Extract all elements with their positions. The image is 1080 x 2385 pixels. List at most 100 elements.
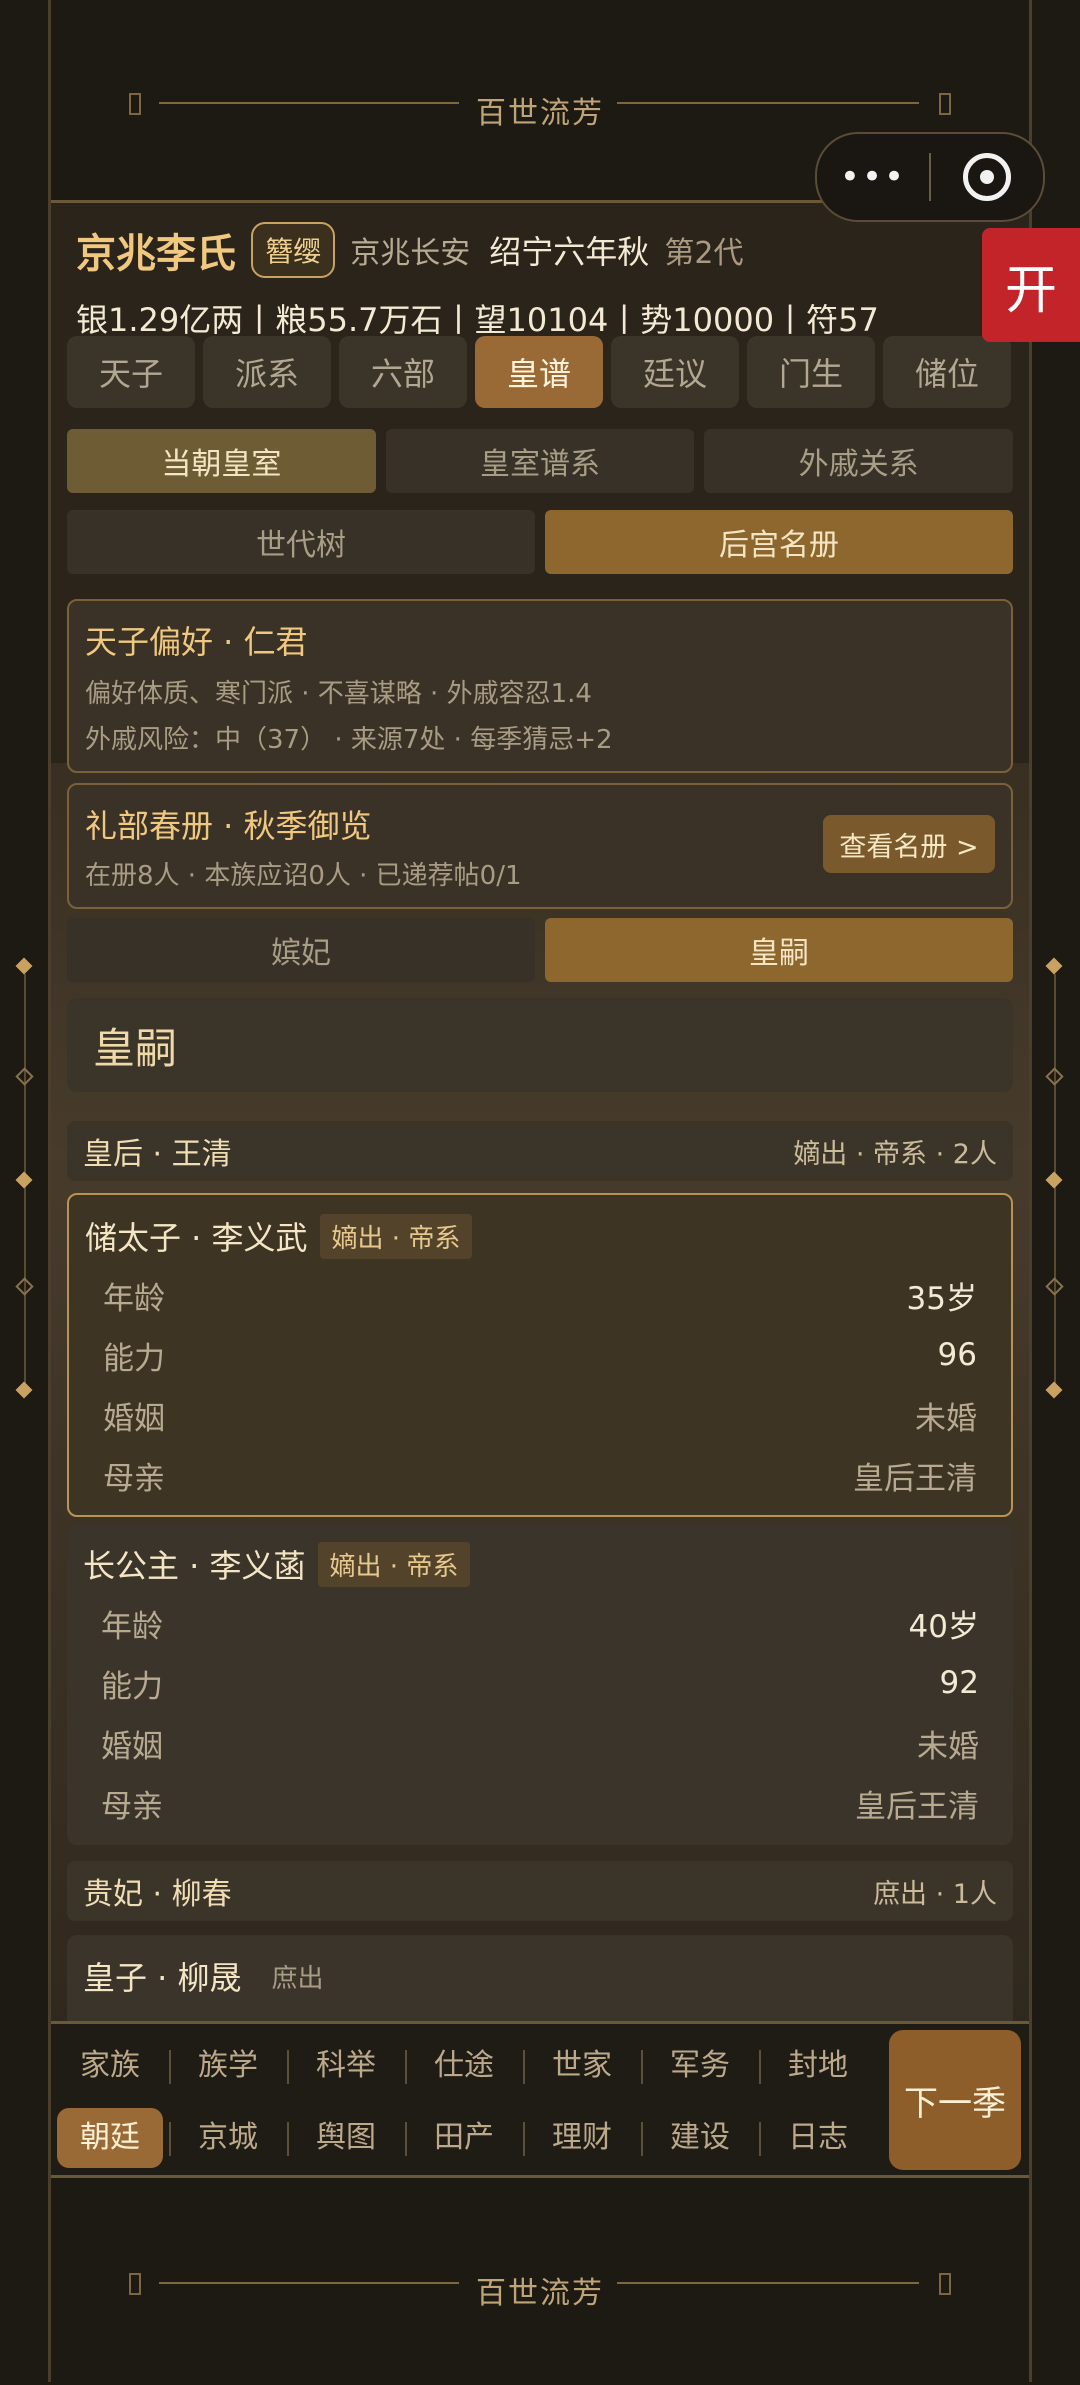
- register-info: 在册8人 · 本族应诏0人 · 已递荐帖0/1: [85, 861, 522, 891]
- main-panel: 京兆李氏 簪缨 京兆长安 绍宁六年秋 第2代 银1.29亿两丨粮55.7万石丨望…: [51, 203, 1029, 2021]
- row-label-age: 年龄: [103, 1280, 165, 1317]
- bottom-navigation: 家族 族学 科举 仕途 世家 军务 封地 朝廷 京城 舆图 田产 理财 建设 日…: [51, 2021, 1029, 2178]
- register-title: 礼部春册 · 秋季御览: [85, 807, 372, 845]
- nav-shijia[interactable]: 世家: [523, 2036, 641, 2096]
- heir-card-prince[interactable]: 皇子 · 柳晟 庶出 年龄 9岁: [67, 1935, 1013, 2021]
- resource-bar: 银1.29亿两丨粮55.7万石丨望10104丨势10000丨符57: [76, 301, 879, 339]
- generation-label: 第2代: [664, 236, 744, 271]
- preference-line1: 偏好体质、寒门派 · 不喜谋略 · 外戚容忍1.4: [85, 679, 592, 709]
- tab-consort-relations[interactable]: 外戚关系: [704, 429, 1014, 493]
- nav-keju[interactable]: 科举: [287, 2036, 405, 2096]
- left-side-ornament: [15, 957, 34, 1410]
- close-target-icon[interactable]: [931, 153, 1043, 201]
- row-value-marriage: 未婚: [917, 1728, 979, 1765]
- tab-tianzi[interactable]: 天子: [67, 336, 195, 408]
- main-tabs: 天子 派系 六部 皇谱 廷议 门生 储位: [67, 336, 1013, 408]
- tab-consorts[interactable]: 嫔妃: [67, 918, 535, 982]
- row-label-ability: 能力: [103, 1340, 165, 1377]
- section-title: 皇嗣: [67, 998, 1013, 1092]
- heir-name: 储太子 · 李义武: [85, 1219, 308, 1257]
- row-label-marriage: 婚姻: [101, 1728, 163, 1765]
- rank-badge: 簪缨: [251, 222, 336, 278]
- preference-title: 天子偏好 · 仁君: [85, 623, 308, 661]
- nav-tianchan[interactable]: 田产: [405, 2108, 523, 2168]
- row-label-age: 年龄: [101, 2013, 163, 2022]
- nav-zuxue[interactable]: 族学: [169, 2036, 287, 2096]
- emperor-preference-card: 天子偏好 · 仁君 偏好体质、寒门派 · 不喜谋略 · 外戚容忍1.4 外戚风险…: [67, 599, 1013, 773]
- tab-liubu[interactable]: 六部: [339, 336, 467, 408]
- rule-end-right: [939, 93, 951, 115]
- right-side-ornament: [1045, 957, 1064, 1410]
- heir-card-eldest-princess[interactable]: 长公主 · 李义菡 嫡出 · 帝系 年龄 40岁 能力 92 婚姻 未婚 母亲 皇后王清: [67, 1523, 1013, 1845]
- row-label-mother: 母亲: [103, 1460, 165, 1497]
- era-label: 绍宁六年秋: [489, 233, 650, 271]
- row-value-mother: 皇后王清: [855, 1788, 979, 1825]
- nav-jiazu[interactable]: 家族: [51, 2036, 169, 2096]
- rule-right: [617, 102, 919, 104]
- nav-fengdi[interactable]: 封地: [759, 2036, 877, 2096]
- nav-jianshe[interactable]: 建设: [641, 2108, 759, 2168]
- group-header-empress: 皇后 · 王清 嫡出 · 帝系 · 2人: [67, 1121, 1013, 1181]
- group-meta: 嫡出 · 帝系 · 2人: [793, 1138, 997, 1170]
- row-value-age: 9岁: [928, 2013, 979, 2022]
- nav-jingcheng[interactable]: 京城: [169, 2108, 287, 2168]
- heir-name: 长公主 · 李义菡: [83, 1547, 306, 1585]
- clan-name: 京兆李氏: [76, 231, 236, 277]
- row-value-marriage: 未婚: [915, 1400, 977, 1437]
- nav-yutu[interactable]: 舆图: [287, 2108, 405, 2168]
- tab-mensheng[interactable]: 门生: [747, 336, 875, 408]
- next-season-button[interactable]: 下一季: [889, 2030, 1021, 2170]
- spring-register-card: 礼部春册 · 秋季御览 在册8人 · 本族应诏0人 · 已递荐帖0/1 查看名册…: [67, 783, 1013, 909]
- group-name: 皇后 · 王清: [83, 1137, 232, 1172]
- row-label-ability: 能力: [101, 1668, 163, 1705]
- location-label: 京兆长安: [350, 236, 471, 271]
- heir-tag: 嫡出 · 帝系: [319, 1213, 473, 1259]
- banner-title: 百世流芳: [476, 96, 604, 131]
- row-value-age: 35岁: [906, 1280, 977, 1317]
- tab-huangpu[interactable]: 皇谱: [475, 336, 603, 408]
- nav-row-2: 朝廷 京城 舆图 田产 理财 建设 日志: [51, 2102, 881, 2174]
- heir-tag: 庶出: [271, 1963, 324, 1994]
- nav-junwu[interactable]: 军务: [641, 2036, 759, 2096]
- nav-shitu[interactable]: 仕途: [405, 2036, 523, 2096]
- row-value-age: 40岁: [908, 1608, 979, 1645]
- tab-tingyi[interactable]: 廷议: [611, 336, 739, 408]
- group-header-noble-consort: 贵妃 · 柳春 庶出 · 1人: [67, 1861, 1013, 1921]
- row-label-marriage: 婚姻: [103, 1400, 165, 1437]
- tab-chuwei[interactable]: 储位: [883, 336, 1011, 408]
- row-label-age: 年龄: [101, 1608, 163, 1645]
- row-label-mother: 母亲: [101, 1788, 163, 1825]
- tab-harem-roster[interactable]: 后宫名册: [545, 510, 1013, 574]
- right-frame-line: [1029, 0, 1032, 2382]
- banner-title: 百世流芳: [476, 2276, 604, 2311]
- heir-tag: 嫡出 · 帝系: [317, 1541, 471, 1587]
- rule-right: [617, 2282, 919, 2284]
- group-name: 贵妃 · 柳春: [83, 1877, 232, 1912]
- row-value-ability: 92: [939, 1665, 979, 1701]
- nav-rizhi[interactable]: 日志: [759, 2108, 877, 2168]
- tab-heirs[interactable]: 皇嗣: [545, 918, 1013, 982]
- row-value-mother: 皇后王清: [853, 1460, 977, 1497]
- tab-royal-lineage[interactable]: 皇室谱系: [385, 429, 695, 493]
- tab-paixi[interactable]: 派系: [203, 336, 331, 408]
- tab-current-royals[interactable]: 当朝皇室: [67, 429, 376, 493]
- open-button[interactable]: 开: [982, 228, 1080, 342]
- mini-program-capsule: •••: [815, 132, 1045, 222]
- tab-generation-tree[interactable]: 世代树: [67, 510, 535, 574]
- preference-line2: 外戚风险：中（37） · 来源7处 · 每季猜忌+2: [85, 725, 613, 755]
- nav-chaoting[interactable]: 朝廷: [57, 2108, 163, 2168]
- heir-card-crown-prince[interactable]: 储太子 · 李义武 嫡出 · 帝系 年龄 35岁 能力 96 婚姻 未婚 母亲 皇后王清: [67, 1193, 1013, 1517]
- nav-licai[interactable]: 理财: [523, 2108, 641, 2168]
- group-meta: 庶出 · 1人: [873, 1878, 997, 1910]
- rule-end-right: [939, 2273, 951, 2295]
- sub-tabs: 当朝皇室 皇室谱系 外戚关系: [67, 429, 1014, 493]
- view-tabs: 世代树 后宫名册: [67, 510, 1013, 574]
- bottom-banner: 百世流芳: [51, 2175, 1029, 2385]
- row-value-ability: 96: [937, 1337, 977, 1373]
- heir-name: 皇子 · 柳晟: [83, 1959, 242, 1997]
- more-icon[interactable]: •••: [817, 157, 929, 197]
- view-register-button[interactable]: 查看名册 >: [823, 815, 995, 873]
- list-tabs: 嫔妃 皇嗣: [67, 918, 1013, 982]
- clan-header: 京兆李氏 簪缨 京兆长安 绍宁六年秋 第2代 银1.29亿两丨粮55.7万石丨望…: [76, 221, 1004, 341]
- nav-row-1: 家族 族学 科举 仕途 世家 军务 封地: [51, 2030, 881, 2102]
